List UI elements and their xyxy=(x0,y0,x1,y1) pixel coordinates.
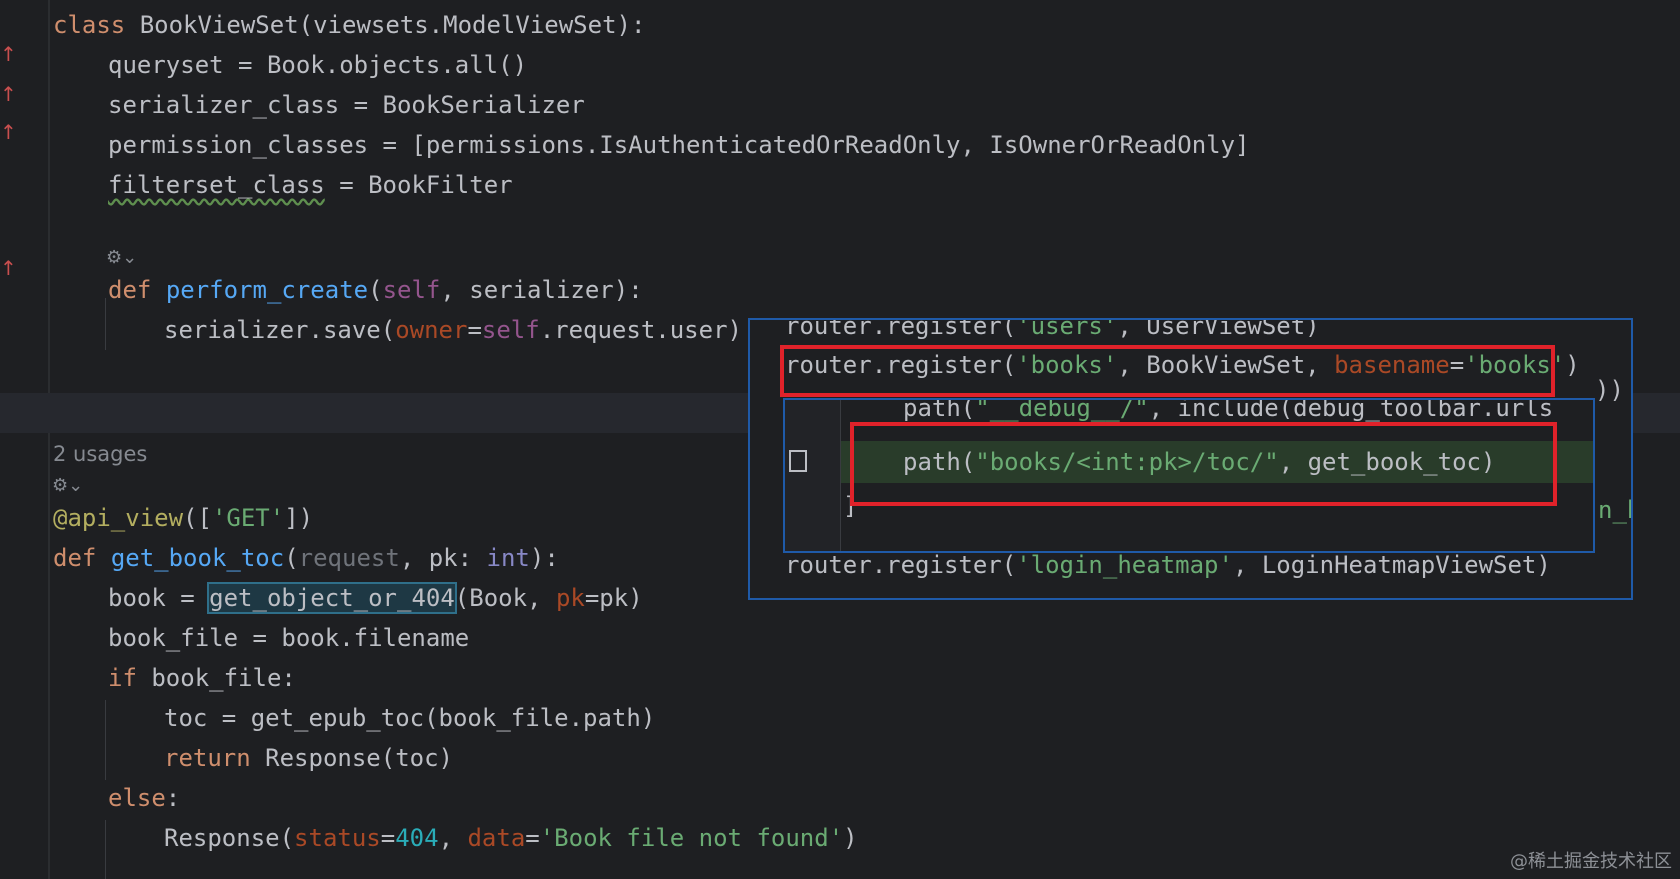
code-line[interactable]: book_file = book.filename xyxy=(108,618,469,658)
code-line[interactable]: @api_view(['GET']) xyxy=(53,498,313,538)
code-line[interactable]: else: xyxy=(108,778,180,818)
clipped-text: n_b xyxy=(1598,496,1631,524)
watermark: @稀土掘金技术社区 xyxy=(1510,851,1672,872)
code-line[interactable]: permission_classes = [permissions.IsAuth… xyxy=(108,125,1250,165)
warning-underline: filterset_class xyxy=(108,171,325,199)
code-line[interactable]: return Response(toc) xyxy=(164,738,453,778)
indent-guide xyxy=(105,298,106,350)
code-line[interactable]: def perform_create(self, serializer): xyxy=(108,270,643,310)
code-line[interactable]: book = get_object_or_404(Book, pk=pk) xyxy=(108,578,643,618)
code-line[interactable]: filterset_class = BookFilter xyxy=(108,165,513,205)
vcs-change-marker[interactable]: ↑ xyxy=(0,256,17,280)
gutter-divider xyxy=(48,0,50,879)
vcs-change-marker[interactable]: ↑ xyxy=(0,82,17,106)
indent-guide xyxy=(105,700,106,780)
indent-guide xyxy=(105,820,106,879)
vcs-change-marker[interactable]: ↑ xyxy=(0,120,17,144)
code-line[interactable]: serializer_class = BookSerializer xyxy=(108,85,585,125)
nested-popup-gutter xyxy=(785,400,841,551)
code-line[interactable]: Response(status=404, data='Book file not… xyxy=(164,818,858,858)
popup-code-line[interactable]: router.register('users', UserViewSet) xyxy=(785,320,1320,346)
checkbox[interactable] xyxy=(789,450,807,472)
selected-identifier[interactable]: get_object_or_404 xyxy=(207,582,457,614)
clipped-text: )) xyxy=(1595,376,1624,404)
code-line[interactable]: class BookViewSet(viewsets.ModelViewSet)… xyxy=(53,5,645,45)
code-line[interactable]: if book_file: xyxy=(108,658,296,698)
code-line[interactable]: serializer.save(owner=self.request.user) xyxy=(164,310,742,350)
annotation-box xyxy=(780,345,1555,397)
vcs-change-marker[interactable]: ↑ xyxy=(0,42,17,66)
code-line[interactable]: def get_book_toc(request, pk: int): xyxy=(53,538,559,578)
code-line[interactable]: toc = get_epub_toc(book_file.path) xyxy=(164,698,655,738)
annotation-box xyxy=(850,422,1557,506)
code-line[interactable]: queryset = Book.objects.all() xyxy=(108,45,527,85)
